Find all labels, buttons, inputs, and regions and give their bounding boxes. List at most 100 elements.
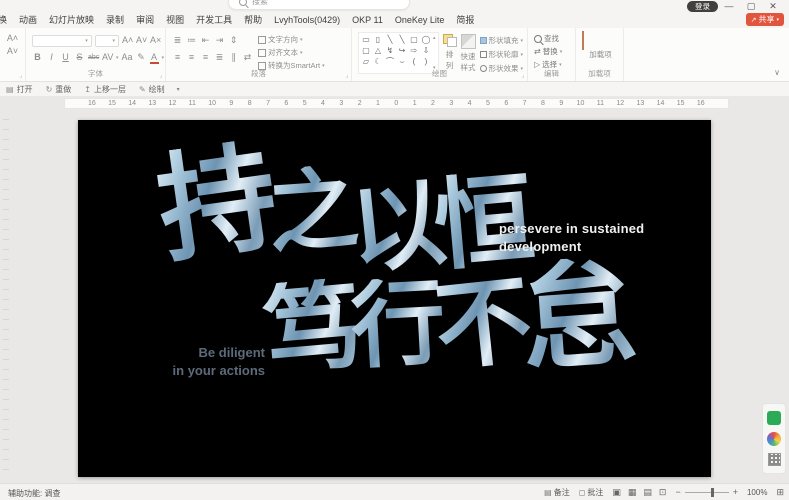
underline-button[interactable]: U bbox=[60, 51, 71, 64]
shape-icon[interactable]: ( bbox=[408, 56, 420, 67]
italic-button[interactable]: I bbox=[46, 51, 57, 64]
login-button[interactable]: 登录 bbox=[687, 1, 718, 12]
dialog-launcher-icon[interactable]: ⌟ bbox=[345, 72, 348, 79]
search-box[interactable]: 搜索 bbox=[228, 0, 410, 10]
paragraph-align-icon[interactable]: ≣ bbox=[214, 51, 225, 64]
shape-icon[interactable]: ↪ bbox=[396, 45, 408, 56]
calligraphy-line-2[interactable]: 笃行不怠 bbox=[268, 272, 632, 388]
share-button[interactable]: ↗ 共享 ▾ bbox=[746, 13, 784, 26]
shape-icon[interactable]: ╲ bbox=[396, 34, 408, 45]
highlight-button[interactable]: ✎ bbox=[136, 51, 147, 64]
quickbar-item[interactable]: ↻ 重做 bbox=[46, 84, 72, 95]
shape-icon[interactable]: △ bbox=[372, 45, 384, 56]
shape-icon[interactable]: ⇩ bbox=[420, 45, 432, 56]
paragraph-align-icon[interactable]: ≡ bbox=[200, 51, 211, 64]
shape-icon[interactable]: ▢ bbox=[408, 34, 420, 45]
paragraph-list-icon[interactable]: ≣ bbox=[172, 34, 183, 47]
shape-outline-button[interactable]: 形状轮廓 ▾ bbox=[480, 49, 524, 60]
green-doc-icon[interactable] bbox=[767, 411, 781, 425]
paragraph-align-icon[interactable]: ≡ bbox=[186, 51, 197, 64]
menu-tab[interactable]: 动画 bbox=[13, 13, 43, 27]
paragraph-align-icon[interactable]: ⇄ bbox=[242, 51, 253, 64]
comments-button[interactable]: ◻ 批注 bbox=[579, 487, 604, 498]
menu-tab[interactable]: 帮助 bbox=[238, 13, 268, 27]
quickbar-item[interactable]: ▤ 打开 bbox=[6, 84, 33, 95]
english-caption-top[interactable]: persevere in sustained development bbox=[499, 220, 644, 255]
fit-to-window-icon[interactable]: ⊞ bbox=[776, 487, 784, 498]
menu-tab[interactable]: 录制 bbox=[100, 13, 130, 27]
view-icon[interactable]: ▤ bbox=[643, 487, 652, 497]
strikethrough-button[interactable]: abc bbox=[88, 51, 99, 64]
font-size-select[interactable]: ▾ bbox=[95, 35, 119, 47]
paragraph-list-icon[interactable]: ⇥ bbox=[214, 34, 225, 47]
notes-button[interactable]: ▤ 备注 bbox=[544, 487, 570, 498]
view-icon[interactable]: ▦ bbox=[628, 487, 637, 497]
shrink-font-button[interactable]: A˅ bbox=[2, 45, 23, 58]
menu-tab[interactable]: 幻灯片放映 bbox=[43, 13, 100, 27]
shape-icon[interactable]: ⌣ bbox=[396, 56, 408, 67]
menu-tab[interactable]: 开发工具 bbox=[190, 13, 238, 27]
maximize-icon[interactable]: ▢ bbox=[744, 0, 758, 13]
calligraphy-line-1[interactable]: 持之以恒 bbox=[164, 148, 527, 266]
quickbar-item[interactable]: ✎ 绘制 bbox=[139, 84, 165, 95]
shape-icon[interactable]: ↯ bbox=[384, 45, 396, 56]
accessibility-status[interactable]: 辅助功能: 调查 bbox=[8, 488, 60, 499]
zoom-slider[interactable] bbox=[685, 492, 729, 493]
menu-tab[interactable]: 视图 bbox=[160, 13, 190, 27]
menu-tab[interactable]: OKP 11 bbox=[346, 13, 389, 27]
dialog-launcher-icon[interactable]: ⌟ bbox=[159, 72, 162, 79]
shape-icon[interactable]: ◯ bbox=[420, 34, 432, 45]
close-icon[interactable]: ✕ bbox=[766, 0, 780, 13]
colorful-pinwheel-icon[interactable] bbox=[767, 432, 781, 446]
grow-font-button[interactable]: A˄ bbox=[122, 34, 133, 47]
grow-font-button[interactable]: A˄ bbox=[2, 32, 23, 45]
collapse-ribbon-icon[interactable]: ∨ bbox=[774, 68, 780, 77]
paragraph-list-icon[interactable]: ⇕ bbox=[228, 34, 239, 47]
menu-tab[interactable]: 审阅 bbox=[130, 13, 160, 27]
vertical-ruler[interactable] bbox=[3, 119, 9, 475]
english-caption-left[interactable]: Be diligent in your actions bbox=[98, 344, 265, 380]
menu-tab[interactable]: LvyhTools(0429) bbox=[268, 13, 346, 27]
shape-icon[interactable]: ⇨ bbox=[408, 45, 420, 56]
zoom-in-icon[interactable]: + bbox=[733, 487, 738, 497]
replace-button[interactable]: ⇄ 替换 ▾ bbox=[534, 45, 571, 58]
shape-fill-button[interactable]: 形状填充 ▾ bbox=[480, 35, 524, 46]
quickbar-item[interactable]: ↥ 上移一层 bbox=[84, 84, 126, 95]
minimize-icon[interactable]: — bbox=[722, 0, 736, 13]
quickbar-chevron-icon[interactable]: ▾ bbox=[177, 86, 180, 93]
paragraph-align-icon[interactable]: ≡ bbox=[172, 51, 183, 64]
shape-icon[interactable]: ╲ bbox=[384, 34, 396, 45]
menu-tab[interactable]: OneKey Lite bbox=[389, 13, 451, 27]
shape-icon[interactable]: ▯ bbox=[372, 34, 384, 45]
text-direction-button[interactable]: 文字方向 ▾ bbox=[258, 34, 325, 45]
paragraph-list-icon[interactable]: ≔ bbox=[186, 34, 197, 47]
dialog-launcher-icon[interactable]: ⌟ bbox=[521, 72, 524, 79]
shape-icon[interactable]: ▱ bbox=[360, 56, 372, 67]
font-color-button[interactable]: A bbox=[150, 52, 159, 64]
zoom-level[interactable]: 100% bbox=[747, 488, 767, 497]
character-spacing-button[interactable]: AV bbox=[102, 51, 113, 64]
menu-tab[interactable]: 换 bbox=[0, 13, 13, 27]
align-text-button[interactable]: 对齐文本 ▾ bbox=[258, 47, 325, 58]
change-case-button[interactable]: Aa bbox=[122, 51, 133, 64]
menu-tab[interactable]: 简报 bbox=[450, 13, 480, 27]
zoom-slider-thumb[interactable] bbox=[711, 488, 714, 497]
shrink-font-button[interactable]: A˅ bbox=[136, 34, 147, 47]
shape-icon[interactable]: ) bbox=[420, 56, 432, 67]
shape-icon[interactable]: ▭ bbox=[360, 34, 372, 45]
qr-code-icon[interactable] bbox=[768, 453, 781, 466]
shapes-gallery-scrollbar[interactable]: ▴ ▾ bbox=[432, 34, 437, 72]
clear-format-button[interactable]: A× bbox=[150, 34, 161, 47]
shape-icon[interactable]: ▢ bbox=[360, 45, 372, 56]
zoom-out-icon[interactable]: − bbox=[675, 487, 680, 497]
font-name-select[interactable]: ▾ bbox=[32, 35, 92, 47]
find-button[interactable]: 查找 bbox=[534, 32, 571, 45]
bold-button[interactable]: B bbox=[32, 51, 43, 64]
shadow-button[interactable]: S bbox=[74, 51, 85, 64]
paragraph-align-icon[interactable]: ∥ bbox=[228, 51, 239, 64]
paragraph-list-icon[interactable]: ⇤ bbox=[200, 34, 211, 47]
horizontal-ruler[interactable]: 1615141312111098765432101234567891011121… bbox=[64, 98, 729, 109]
dialog-launcher-icon[interactable]: ⌟ bbox=[19, 72, 22, 79]
view-icon[interactable]: ⊡ bbox=[659, 487, 667, 497]
addins-button[interactable]: 加载项 bbox=[582, 32, 619, 59]
